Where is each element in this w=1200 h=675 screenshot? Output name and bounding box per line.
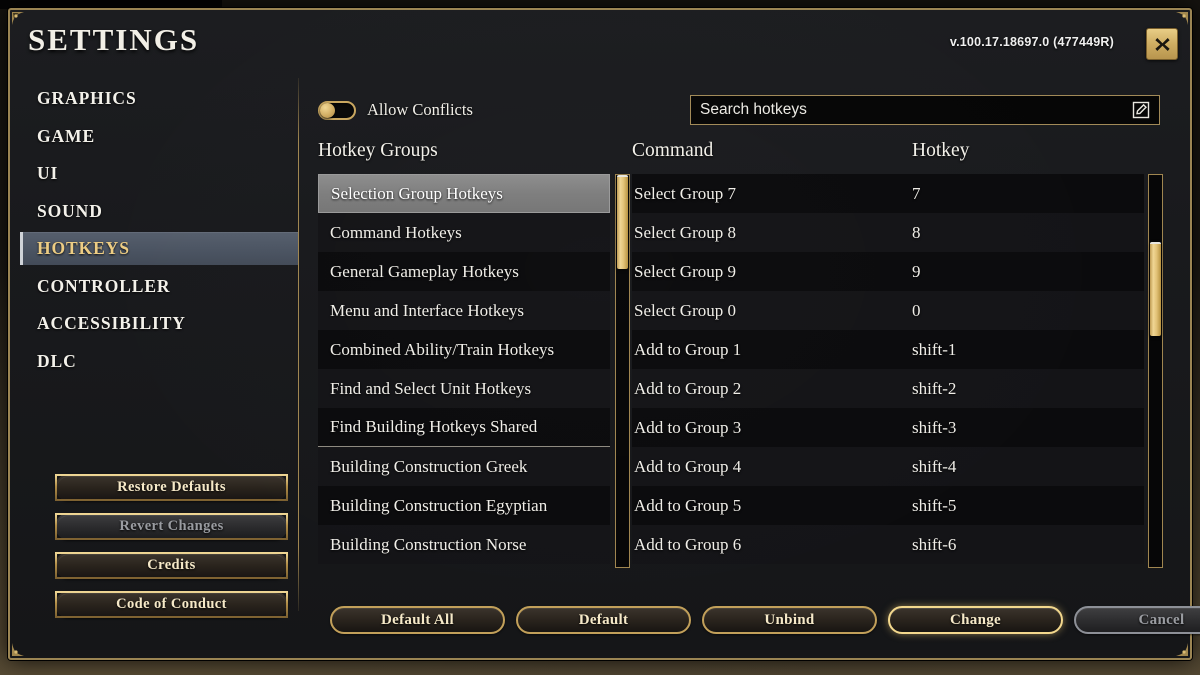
hotkey-group-item[interactable]: Find and Select Unit Hotkeys <box>318 369 610 408</box>
close-icon <box>1154 36 1171 53</box>
toggle-knob <box>320 102 335 118</box>
sidebar-item-ui[interactable]: UI <box>20 157 298 190</box>
sidebar-item-hotkeys[interactable]: HOTKEYS <box>20 232 298 265</box>
cancel-button: Cancel <box>1074 606 1200 634</box>
table-row[interactable]: Add to Group 4 shift-4 <box>632 447 1144 486</box>
command-cell: Add to Group 1 <box>634 339 742 359</box>
command-cell: Select Group 8 <box>634 222 736 242</box>
sidebar-item-dlc[interactable]: DLC <box>20 345 298 378</box>
search-hotkeys-box[interactable] <box>690 95 1160 125</box>
sidebar-item-game[interactable]: GAME <box>20 120 298 153</box>
revert-changes-button: Revert Changes <box>55 513 288 540</box>
change-button[interactable]: Change <box>888 606 1063 634</box>
edit-icon[interactable] <box>1132 101 1150 119</box>
sidebar-action-buttons: Restore Defaults Revert Changes Credits Cod… <box>55 474 288 630</box>
command-cell: Add to Group 6 <box>634 534 742 554</box>
hotkey-cell: shift-5 <box>912 495 957 515</box>
table-scrollbar[interactable] <box>1148 174 1163 568</box>
settings-nav: GRAPHICS GAME UI SOUND HOTKEYS CONTROLLER ACCE… <box>20 82 298 648</box>
hotkey-cell: 9 <box>912 261 921 281</box>
table-row[interactable]: Add to Group 3 shift-3 <box>632 408 1144 447</box>
default-all-button[interactable]: Default All <box>330 606 505 634</box>
unbind-button[interactable]: Unbind <box>702 606 877 634</box>
code-of-conduct-button[interactable]: Code of Conduct <box>55 591 288 618</box>
nav-list: GRAPHICS GAME UI SOUND HOTKEYS CONTROLLER ACCE… <box>20 82 298 378</box>
vertical-divider <box>298 78 299 611</box>
close-button[interactable] <box>1146 28 1178 60</box>
page-title: SETTINGS <box>28 22 200 57</box>
command-cell: Select Group 0 <box>634 300 736 320</box>
hotkey-column-heading: Hotkey <box>912 140 970 161</box>
search-input[interactable] <box>700 101 1132 119</box>
sidebar-item-sound[interactable]: SOUND <box>20 195 298 228</box>
table-row[interactable]: Add to Group 6 shift-6 <box>632 525 1144 564</box>
sidebar-item-graphics[interactable]: GRAPHICS <box>20 82 298 115</box>
hotkeys-panel: Allow Conflicts Hotkey Groups Command Ho… <box>310 78 1200 644</box>
hotkey-table: Select Group 7 7 Select Group 8 8 Select Gro… <box>632 174 1144 568</box>
table-row[interactable]: Select Group 0 0 <box>632 291 1144 330</box>
hotkey-cell: 7 <box>912 183 921 203</box>
default-button[interactable]: Default <box>516 606 691 634</box>
command-cell: Add to Group 5 <box>634 495 742 515</box>
hotkey-cell: shift-4 <box>912 456 957 476</box>
hotkey-group-item[interactable]: Find Building Hotkeys Shared <box>318 408 610 447</box>
hotkey-cell: shift-3 <box>912 417 957 437</box>
table-row[interactable]: Add to Group 2 shift-2 <box>632 369 1144 408</box>
hotkey-group-item[interactable]: Command Hotkeys <box>318 213 610 252</box>
hotkey-group-item[interactable]: General Gameplay Hotkeys <box>318 252 610 291</box>
hotkey-group-item[interactable]: Building Construction Greek <box>318 447 610 486</box>
hotkey-cell: shift-1 <box>912 339 957 359</box>
command-cell: Add to Group 4 <box>634 456 742 476</box>
command-cell: Add to Group 2 <box>634 378 742 398</box>
hotkey-group-item[interactable]: Combined Ability/Train Hotkeys <box>318 330 610 369</box>
table-row[interactable]: Add to Group 5 shift-5 <box>632 486 1144 525</box>
sidebar-item-controller[interactable]: CONTROLLER <box>20 270 298 303</box>
version-label: v.100.17.18697.0 (477449R) <box>949 35 1114 49</box>
command-cell: Add to Group 3 <box>634 417 742 437</box>
table-scrollbar-thumb[interactable] <box>1150 241 1161 336</box>
command-cell: Select Group 7 <box>634 183 736 203</box>
hotkey-group-item[interactable]: Building Construction Egyptian <box>318 486 610 525</box>
hotkey-group-item[interactable]: Menu and Interface Hotkeys <box>318 291 610 330</box>
hotkey-action-buttons: Default All Default Unbind Change Cancel <box>330 606 1200 634</box>
credits-button[interactable]: Credits <box>55 552 288 579</box>
hotkey-group-item[interactable]: Building Construction Norse <box>318 525 610 564</box>
allow-conflicts-label: Allow Conflicts <box>367 100 473 119</box>
hotkey-groups-list: Selection Group Hotkeys Command Hotkeys Ge… <box>318 174 610 568</box>
allow-conflicts-row: Allow Conflicts <box>318 100 473 120</box>
groups-scrollbar-thumb[interactable] <box>617 175 628 270</box>
command-column-heading: Command <box>632 140 714 161</box>
command-cell: Select Group 9 <box>634 261 736 281</box>
hotkey-cell: shift-2 <box>912 378 957 398</box>
groups-scrollbar[interactable] <box>615 174 630 568</box>
hotkey-cell: 0 <box>912 300 921 320</box>
table-row[interactable]: Select Group 7 7 <box>632 174 1144 213</box>
hotkey-cell: 8 <box>912 222 921 242</box>
table-row[interactable]: Select Group 8 8 <box>632 213 1144 252</box>
hotkey-cell: shift-6 <box>912 534 957 554</box>
allow-conflicts-toggle[interactable] <box>318 100 356 120</box>
sidebar-item-accessibility[interactable]: ACCESSIBILITY <box>20 307 298 340</box>
table-row[interactable]: Select Group 9 9 <box>632 252 1144 291</box>
hotkey-group-item[interactable]: Selection Group Hotkeys <box>318 174 610 213</box>
settings-dialog: SETTINGS v.100.17.18697.0 (477449R) GRAP… <box>8 8 1200 660</box>
screen: SETTINGS v.100.17.18697.0 (477449R) GRAP… <box>0 0 1200 675</box>
restore-defaults-button[interactable]: Restore Defaults <box>55 474 288 501</box>
groups-column-heading: Hotkey Groups <box>318 140 438 161</box>
table-row[interactable]: Add to Group 1 shift-1 <box>632 330 1144 369</box>
